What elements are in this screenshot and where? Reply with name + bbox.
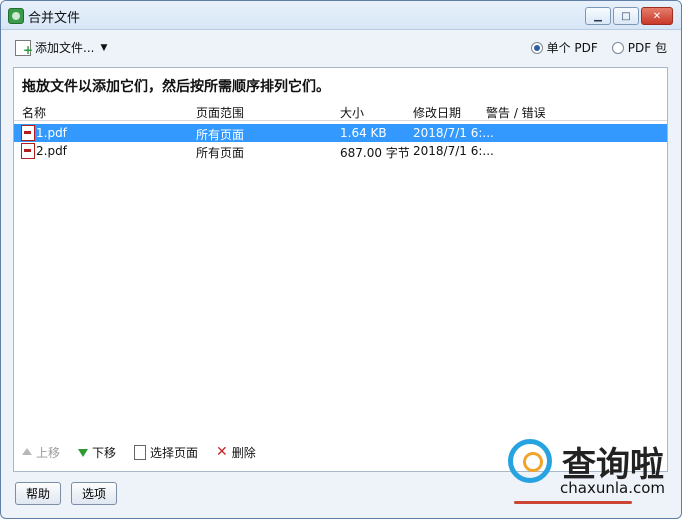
table-row[interactable]: 1.pdf 所有页面 1.64 KB 2018/7/1 6:... <box>14 124 667 142</box>
single-pdf-label: 单个 PDF <box>546 41 598 55</box>
delete-icon: ✕ <box>216 444 228 460</box>
arrow-up-icon <box>22 447 32 455</box>
move-down-label: 下移 <box>92 445 117 460</box>
file-list-panel: 拖放文件以添加它们，然后按所需顺序排列它们。 名称 页面范围 大小 修改日期 警… <box>13 67 668 472</box>
options-button[interactable]: 选项 <box>71 482 118 505</box>
arrow-down-icon <box>78 449 89 457</box>
file-size: 1.64 KB <box>340 126 387 140</box>
pdf-file-icon <box>21 125 35 141</box>
column-warning-error[interactable]: 警告 / 错误 <box>486 104 546 121</box>
add-file-icon <box>15 39 33 56</box>
chevron-down-icon: ▼ <box>100 42 108 53</box>
file-size: 687.00 字节 <box>340 146 410 160</box>
choose-pages-label: 选择页面 <box>150 445 199 460</box>
merge-icon <box>8 8 24 24</box>
single-pdf-option[interactable]: 单个 PDF <box>530 39 598 56</box>
pdf-file-icon <box>21 143 35 159</box>
column-page-range[interactable]: 页面范围 <box>196 104 244 121</box>
modified-date: 2018/7/1 6:... <box>413 126 494 140</box>
merge-files-window: 合并文件 ▁ □ ✕ 添加文件... ▼ 单个 PDF PDF 包 拖放文件以添… <box>0 0 682 519</box>
instruction-text: 拖放文件以添加它们，然后按所需顺序排列它们。 <box>22 79 330 95</box>
page-range: 所有页面 <box>196 128 245 142</box>
column-name[interactable]: 名称 <box>22 104 46 121</box>
add-files-button[interactable]: 添加文件... ▼ <box>15 39 107 56</box>
watermark-url: chaxunla.com <box>560 479 665 497</box>
delete-label: 删除 <box>231 445 256 460</box>
toolbar: 添加文件... ▼ 单个 PDF PDF 包 <box>15 39 667 57</box>
minimize-button[interactable]: ▁ <box>585 7 611 25</box>
window-controls: ▁ □ ✕ <box>585 7 673 25</box>
page-icon <box>134 444 147 460</box>
close-button[interactable]: ✕ <box>641 7 673 25</box>
watermark: 查询啦 chaxunla.com <box>506 431 673 511</box>
output-mode: 单个 PDF PDF 包 <box>530 39 667 56</box>
move-up-label: 上移 <box>36 445 61 460</box>
move-down-button[interactable]: 下移 <box>78 444 116 461</box>
file-table: 名称 页面范围 大小 修改日期 警告 / 错误 1.pdf 所有页面 1.64 … <box>14 102 667 428</box>
pdf-package-radio[interactable] <box>611 41 624 54</box>
column-modified[interactable]: 修改日期 <box>413 104 461 121</box>
help-button[interactable]: 帮助 <box>15 482 62 505</box>
add-files-label: 添加文件... <box>35 41 95 55</box>
title-bar: 合并文件 ▁ □ ✕ <box>1 1 681 30</box>
table-header: 名称 页面范围 大小 修改日期 警告 / 错误 <box>14 102 667 121</box>
column-size[interactable]: 大小 <box>340 104 364 121</box>
pdf-package-option[interactable]: PDF 包 <box>611 39 667 56</box>
delete-button[interactable]: ✕ 删除 <box>216 444 256 461</box>
page-range: 所有页面 <box>196 146 245 160</box>
window-title: 合并文件 <box>28 11 81 26</box>
modified-date: 2018/7/1 6:... <box>413 144 494 158</box>
single-pdf-radio[interactable] <box>530 41 543 54</box>
pdf-package-label: PDF 包 <box>627 41 667 55</box>
watermark-underline <box>514 501 632 504</box>
file-name: 1.pdf <box>36 126 67 140</box>
table-row[interactable]: 2.pdf 所有页面 687.00 字节 2018/7/1 6:... <box>14 142 667 160</box>
watermark-logo-icon <box>508 439 552 483</box>
choose-pages-button[interactable]: 选择页面 <box>134 444 198 461</box>
maximize-button[interactable]: □ <box>613 7 639 25</box>
footer-buttons: 帮助 选项 <box>15 482 118 505</box>
file-name: 2.pdf <box>36 144 67 158</box>
move-up-button[interactable]: 上移 <box>22 444 60 461</box>
